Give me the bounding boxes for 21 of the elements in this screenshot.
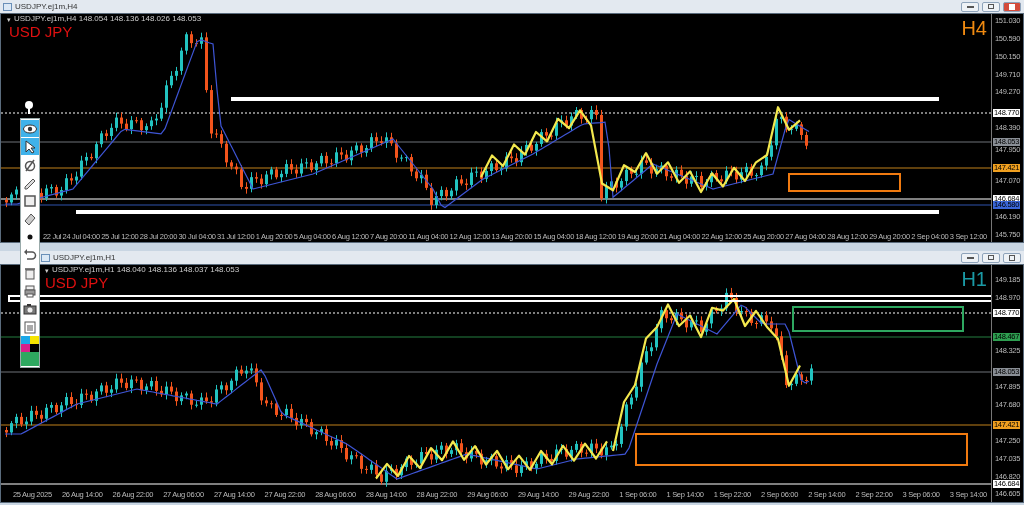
quote-info: USDJPY.ej1m,H4 148.054 148.136 148.026 148.053 xyxy=(14,15,202,23)
timeframe-label: H4 xyxy=(961,18,987,38)
symbol-label: USD JPY xyxy=(45,275,109,290)
maximize-button[interactable] xyxy=(982,1,1000,12)
window-title: USDJPY.ej1m,H4 xyxy=(15,2,78,11)
close-button[interactable] xyxy=(1003,252,1021,263)
maximize-button[interactable] xyxy=(982,252,1000,263)
arrow-cursor-icon xyxy=(22,138,38,155)
quote-info: USDJPY.ej1m,H1 148.040 148.136 148.037 148.053 xyxy=(52,266,240,274)
close-button[interactable] xyxy=(1003,1,1021,12)
tool-button[interactable] xyxy=(21,138,39,155)
symbol-label: USD JPY xyxy=(9,24,73,39)
square-icon xyxy=(22,192,38,209)
tool-button[interactable] xyxy=(21,120,39,137)
tool-button[interactable] xyxy=(21,156,39,173)
window-title: USDJPY.ej1m,H1 xyxy=(53,253,116,262)
color-palette-icon[interactable] xyxy=(21,336,39,366)
minimize-button[interactable] xyxy=(961,1,979,12)
timeframe-label: H1 xyxy=(961,269,987,289)
pin-icon[interactable] xyxy=(24,100,34,114)
minimize-button[interactable] xyxy=(961,252,979,263)
